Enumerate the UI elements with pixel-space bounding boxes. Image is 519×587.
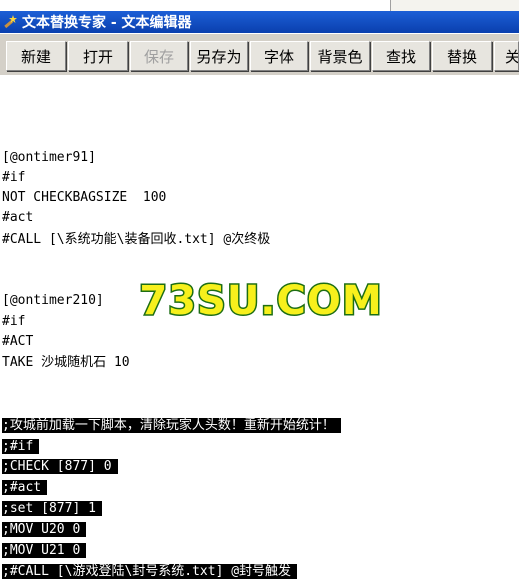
selected-text: ;MOV U20 0 xyxy=(2,522,87,537)
editor-line: #CALL [\系统功能\装备回收.txt] @次终极 xyxy=(2,232,271,247)
selected-line: ;#act xyxy=(2,479,48,497)
toolbar: 新建 打开 保存 另存为 字体 背景色 查找 替换 关 xyxy=(0,33,519,75)
selected-text: ;#if xyxy=(2,439,40,454)
close-button[interactable]: 关 xyxy=(494,41,519,71)
magic-wand-icon xyxy=(2,14,18,30)
editor-line: #if xyxy=(2,170,26,185)
editor-line: #ACT xyxy=(2,334,34,349)
watermark-logo: 73SU.COM xyxy=(138,278,383,320)
editor-line: [@ontimer210] xyxy=(2,293,104,308)
selected-text: ;#act xyxy=(2,480,48,495)
editor-line: #if xyxy=(2,314,26,329)
open-button[interactable]: 打开 xyxy=(68,41,128,71)
save-button[interactable]: 保存 xyxy=(130,41,188,71)
editor-line: #act xyxy=(2,210,34,225)
editor-line: NOT CHECKBAGSIZE 100 xyxy=(2,190,167,205)
background-window-edge xyxy=(390,0,519,11)
window-title: 文本替换专家 - 文本编辑器 xyxy=(22,15,192,31)
selected-text: ;CHECK [877] 0 xyxy=(2,459,118,474)
watermark-text: 73SU.COM xyxy=(139,278,382,320)
background-color-button[interactable]: 背景色 xyxy=(310,41,370,71)
selected-line: ;CHECK [877] 0 xyxy=(2,458,118,476)
find-button[interactable]: 查找 xyxy=(372,41,430,71)
top-background-strip xyxy=(0,0,519,11)
replace-button[interactable]: 替换 xyxy=(432,41,492,71)
save-as-button[interactable]: 另存为 xyxy=(190,41,248,71)
selected-line: ;MOV U20 0 xyxy=(2,521,87,539)
editor-line: [@ontimer91] xyxy=(2,150,96,165)
selected-text: ;攻城前加载一下脚本，清除玩家人头数！重新开始统计！ xyxy=(2,418,341,433)
new-button[interactable]: 新建 xyxy=(6,41,66,71)
editor-line: TAKE 沙城随机石 10 xyxy=(2,355,130,370)
title-bar[interactable]: 文本替换专家 - 文本编辑器 xyxy=(0,11,519,33)
selected-line: ;MOV U21 0 xyxy=(2,542,87,560)
selected-line: ;#CALL [\游戏登陆\封号系统.txt] @封号触发 xyxy=(2,563,298,581)
selected-text: ;MOV U21 0 xyxy=(2,543,87,558)
selected-line: ;攻城前加载一下脚本，清除玩家人头数！重新开始统计！ xyxy=(2,417,341,435)
selected-text: ;set [877] 1 xyxy=(2,501,102,516)
selected-line: ;set [877] 1 xyxy=(2,500,102,518)
selected-line: ;#if xyxy=(2,438,40,456)
selected-text: ;#CALL [\游戏登陆\封号系统.txt] @封号触发 xyxy=(2,564,298,579)
font-button[interactable]: 字体 xyxy=(250,41,308,71)
